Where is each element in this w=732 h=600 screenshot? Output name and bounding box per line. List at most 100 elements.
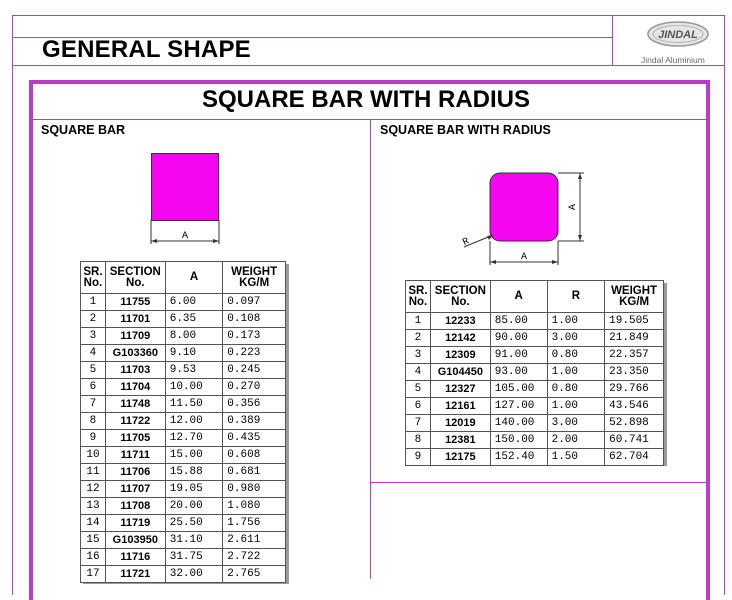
table-cell: 22.357 — [604, 346, 664, 364]
header-r: R — [546, 280, 606, 313]
table-cell: 1.080 — [222, 497, 286, 515]
table-cell: 43.546 — [604, 397, 664, 415]
table-cell: 152.40 — [489, 448, 548, 466]
table-cell: 1.00 — [546, 363, 606, 381]
table-cell: 1.756 — [222, 514, 286, 532]
table-cell: 150.00 — [489, 431, 548, 449]
table-cell: 11719 — [104, 514, 166, 532]
table-cell: 12161 — [429, 397, 491, 415]
table-cell: 2 — [405, 329, 431, 347]
table-cell: 16 — [80, 548, 106, 566]
table-cell: 90.00 — [489, 329, 548, 347]
table-cell: 140.00 — [489, 414, 548, 432]
table-cell: 1 — [405, 312, 431, 330]
table-cell: 31.10 — [164, 531, 224, 549]
table-cell: 12.70 — [164, 429, 224, 447]
table-cell: 10 — [80, 446, 106, 464]
table-cell: 20.00 — [164, 497, 224, 515]
table-cell: 11755 — [104, 293, 166, 311]
table-cell: 0.270 — [222, 378, 286, 396]
radius-r-label: R — [461, 236, 471, 249]
table-cell: 11705 — [104, 429, 166, 447]
table-cell: 1.00 — [546, 312, 606, 330]
table-cell: 19.505 — [604, 312, 664, 330]
table-cell: 32.00 — [164, 565, 224, 583]
table-cell: 12.00 — [164, 412, 224, 430]
header-a: A — [164, 261, 224, 294]
table-cell: 5 — [405, 380, 431, 398]
right-section-title: SQUARE BAR WITH RADIUS — [380, 123, 551, 137]
table-cell: 2 — [80, 310, 106, 328]
table-cell: 8 — [80, 412, 106, 430]
table-row: 1 11755 6.00 0.097 — [80, 293, 286, 311]
table-cell: 11707 — [104, 480, 166, 498]
table-row: 9 11705 12.70 0.435 — [80, 429, 286, 447]
table-cell: G103360 — [104, 344, 166, 362]
header-divider — [612, 15, 613, 66]
table-cell: 10.00 — [164, 378, 224, 396]
table-cell: 11704 — [104, 378, 166, 396]
header-sr: SR. No. — [405, 280, 431, 313]
table-row: 3 11709 8.00 0.173 — [80, 327, 286, 345]
table-cell: 8.00 — [164, 327, 224, 345]
table-cell: 21.849 — [604, 329, 664, 347]
table-row: 4 G104450 93.00 1.00 23.350 — [405, 363, 664, 381]
header-section: SECTION No. — [429, 280, 491, 313]
table-cell: 2.765 — [222, 565, 286, 583]
radius-bottom-dim-label: A — [521, 252, 527, 263]
table-cell: 31.75 — [164, 548, 224, 566]
table-row: 5 12327 105.00 0.80 29.766 — [405, 380, 664, 398]
square-dimension: A — [150, 220, 220, 244]
table-cell: 6 — [80, 378, 106, 396]
table-cell: 19.05 — [164, 480, 224, 498]
table-row: 12 11707 19.05 0.980 — [80, 480, 286, 498]
table-cell: 11748 — [104, 395, 166, 413]
table-cell: 0.80 — [546, 380, 606, 398]
table-cell: 15 — [80, 531, 106, 549]
table-cell: 9.10 — [164, 344, 224, 362]
table-cell: 11716 — [104, 548, 166, 566]
table-cell: 7 — [80, 395, 106, 413]
table-row: 7 12019 140.00 3.00 52.898 — [405, 414, 664, 432]
table-row: 6 11704 10.00 0.270 — [80, 378, 286, 396]
table-cell: 11711 — [104, 446, 166, 464]
table-cell: 3 — [405, 346, 431, 364]
table-cell: 6.35 — [164, 310, 224, 328]
table-cell: 17 — [80, 565, 106, 583]
table-row: 9 12175 152.40 1.50 62.704 — [405, 448, 664, 466]
logo-text: JINDAL — [658, 29, 698, 41]
table-cell: 85.00 — [489, 312, 548, 330]
table-cell: 0.435 — [222, 429, 286, 447]
table-cell: 9 — [405, 448, 431, 466]
header-title: GENERAL SHAPE — [42, 36, 251, 63]
table-cell: 12175 — [429, 448, 491, 466]
table-cell: 6 — [405, 397, 431, 415]
table-cell: 11.50 — [164, 395, 224, 413]
table-cell: 0.097 — [222, 293, 286, 311]
table-cell: 12309 — [429, 346, 491, 364]
table-cell: 127.00 — [489, 397, 548, 415]
table-cell: 12233 — [429, 312, 491, 330]
table-cell: 12142 — [429, 329, 491, 347]
table-row: 8 11722 12.00 0.389 — [80, 412, 286, 430]
table-cell: 1 — [80, 293, 106, 311]
table-cell: 12327 — [429, 380, 491, 398]
table-cell: 4 — [405, 363, 431, 381]
table-cell: 1.00 — [546, 397, 606, 415]
table-cell: 15.00 — [164, 446, 224, 464]
main-title: SQUARE BAR WITH RADIUS — [202, 86, 530, 113]
table-row: 2 11701 6.35 0.108 — [80, 310, 286, 328]
table-row: 2 12142 90.00 3.00 21.849 — [405, 329, 664, 347]
radius-bar-diagram: A A R — [461, 172, 584, 265]
table-cell: 0.245 — [222, 361, 286, 379]
header-weight: WEIGHT KG/M — [604, 280, 664, 313]
table-cell: 52.898 — [604, 414, 664, 432]
table-row: 15 G103950 31.10 2.611 — [80, 531, 286, 549]
table-cell: 1.50 — [546, 448, 606, 466]
table-cell: 0.980 — [222, 480, 286, 498]
column-divider — [370, 119, 371, 579]
table-cell: G104450 — [429, 363, 491, 381]
table-cell: 12381 — [429, 431, 491, 449]
table-cell: 11 — [80, 463, 106, 481]
left-section-title: SQUARE BAR — [41, 123, 126, 137]
